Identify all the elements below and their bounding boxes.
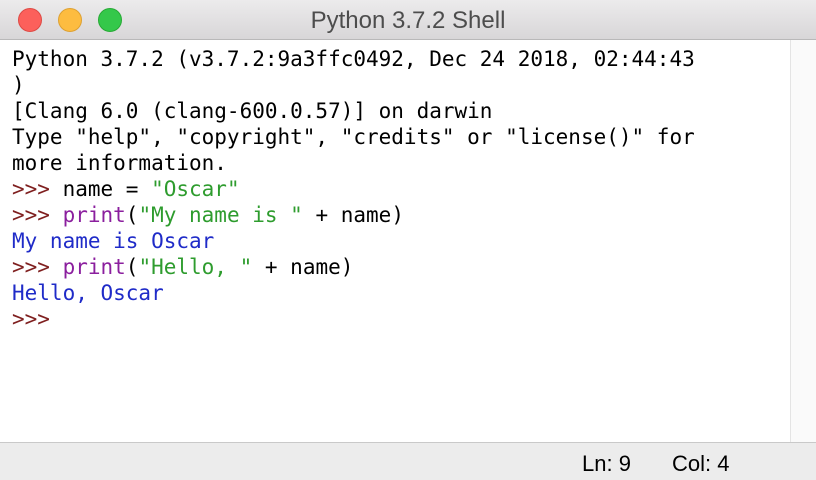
banner-line: Type "help", "copyright", "credits" or "… — [12, 125, 695, 149]
banner-line: [Clang 6.0 (clang-600.0.57)] on darwin — [12, 99, 493, 123]
column-number-indicator: Col: 4 — [672, 451, 730, 476]
banner-line: ) — [12, 73, 25, 97]
banner-line: more information. — [12, 151, 227, 175]
status-bar: Ln: 9 Col: 4 — [0, 442, 816, 480]
builtin-keyword: print — [62, 203, 126, 227]
output-line: Hello, Oscar — [12, 281, 164, 305]
builtin-keyword: print — [62, 255, 126, 279]
code-text: + name) — [252, 255, 354, 279]
input-line: >>> name = "Oscar" — [12, 176, 240, 202]
prompt: >>> — [12, 177, 63, 201]
string-literal: "My name is " — [138, 203, 303, 227]
banner-line: Python 3.7.2 (v3.7.2:9a3ffc0492, Dec 24 … — [12, 47, 695, 71]
prompt: >>> — [12, 255, 63, 279]
title-bar[interactable]: Python 3.7.2 Shell — [0, 0, 816, 40]
string-literal: "Oscar" — [151, 177, 240, 201]
window-title: Python 3.7.2 Shell — [310, 7, 506, 34]
prompt: >>> — [12, 203, 63, 227]
shell-text-area[interactable]: Python 3.7.2 (v3.7.2:9a3ffc0492, Dec 24 … — [0, 40, 790, 442]
prompt: >>> — [12, 307, 63, 331]
code-text: ( — [125, 203, 139, 227]
string-literal: "Hello, " — [138, 255, 253, 279]
output-line: My name is Oscar — [12, 229, 215, 253]
code-text: + name) — [302, 203, 404, 227]
line-number-indicator: Ln: 9 — [582, 451, 631, 476]
idle-shell-window: Python 3.7.2 Shell Python 3.7.2 (v3.7.2:… — [0, 0, 816, 480]
input-line-active[interactable]: >>> — [12, 306, 63, 332]
code-text: name = — [62, 177, 152, 201]
vertical-scrollbar[interactable] — [790, 40, 816, 442]
input-line: >>> print("My name is " + name) — [12, 202, 404, 228]
input-line: >>> print("Hello, " + name) — [12, 254, 353, 280]
code-text: ( — [125, 255, 139, 279]
